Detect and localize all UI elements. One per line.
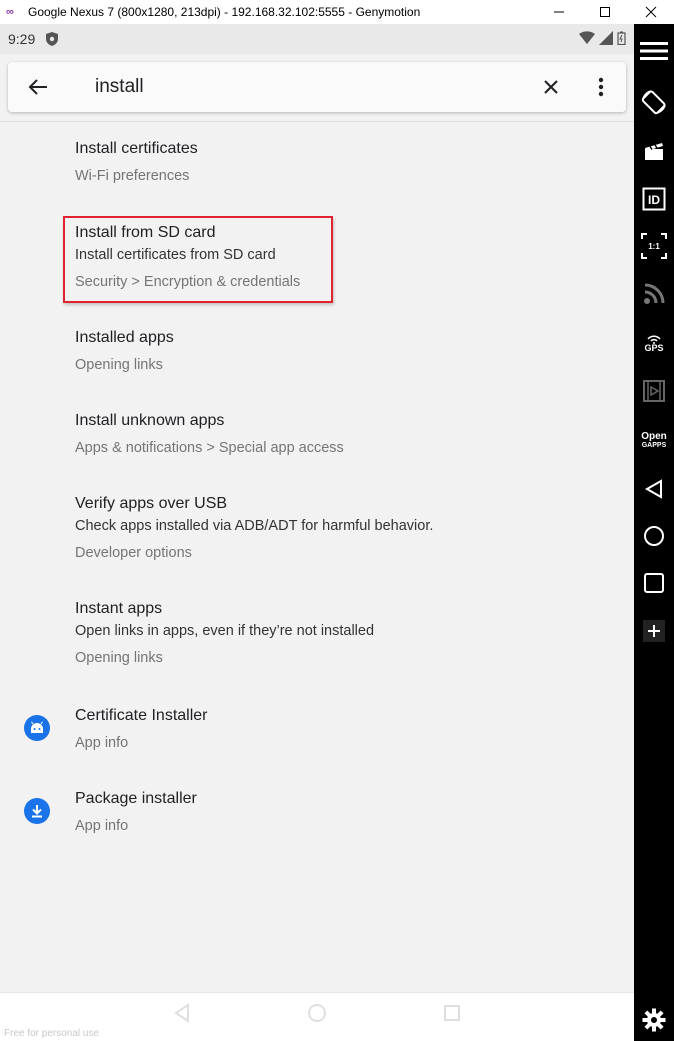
gps-icon: [647, 335, 661, 344]
result-title: Install unknown apps: [75, 412, 225, 429]
device-screen: 9:29 Install certificat: [0, 24, 634, 1041]
maximize-icon: [600, 7, 610, 17]
screencast-button[interactable]: [634, 136, 674, 166]
result-breadcrumb: App info: [75, 735, 129, 751]
arrow-back-icon: [28, 79, 47, 95]
shield-icon: [45, 31, 61, 47]
rotate-button[interactable]: [634, 87, 674, 117]
result-breadcrumb: Apps & notifications > Special app acces…: [75, 440, 344, 456]
recents-square-icon: [644, 573, 664, 593]
nav-home-icon[interactable]: [307, 1003, 327, 1023]
clapperboard-icon: [645, 143, 663, 160]
back-triangle-icon: [644, 479, 662, 499]
result-certificate-installer[interactable]: Certificate Installer App info: [0, 692, 634, 772]
search-bar: [8, 62, 626, 112]
window-title-bar: ∞ Google Nexus 7 (800x1280, 213dpi) - 19…: [0, 0, 674, 24]
signal-icon: [599, 30, 613, 48]
svg-text:ID: ID: [648, 193, 660, 207]
settings-button[interactable]: [634, 1005, 674, 1035]
result-title: Verify apps over USB: [75, 495, 228, 512]
nav-recents-icon[interactable]: [442, 1003, 462, 1023]
rss-button[interactable]: [634, 279, 674, 309]
result-breadcrumb: Developer options: [75, 545, 192, 561]
gps-label: GPS: [644, 342, 664, 353]
maximize-button[interactable]: [582, 0, 628, 24]
wifi-icon: [579, 30, 595, 48]
media-button[interactable]: [634, 376, 674, 406]
window-title: Google Nexus 7 (800x1280, 213dpi) - 192.…: [28, 5, 421, 19]
highlight-box: [63, 216, 333, 303]
result-package-installer[interactable]: Package installer App info: [0, 776, 634, 856]
result-breadcrumb: App info: [75, 818, 129, 834]
back-button[interactable]: [8, 62, 68, 112]
status-time: 9:29: [8, 31, 36, 47]
result-title: Install certificates: [75, 140, 198, 157]
id-icon: ID: [642, 187, 666, 211]
open-gapps-button[interactable]: Open GAPPS: [634, 426, 674, 456]
genymotion-sidebar: ID 1:1 GPS Open GAPPS: [634, 24, 674, 1041]
more-vert-icon: [598, 77, 604, 97]
status-bar: 9:29: [0, 24, 634, 54]
android-icon: [24, 715, 50, 741]
svg-text:1:1: 1:1: [648, 242, 660, 251]
result-install-unknown-apps[interactable]: Install unknown apps Apps & notification…: [0, 396, 634, 476]
menu-button[interactable]: [634, 36, 674, 66]
close-window-button[interactable]: [628, 0, 674, 24]
result-breadcrumb: Opening links: [75, 357, 163, 373]
pixel-perfect-button[interactable]: 1:1: [634, 231, 674, 261]
add-widget-button[interactable]: [634, 618, 674, 644]
result-breadcrumb: Wi-Fi preferences: [75, 168, 190, 184]
hamburger-icon: [640, 42, 668, 60]
device-recents-button[interactable]: [634, 568, 674, 598]
clear-search-button[interactable]: [526, 62, 576, 112]
result-instant-apps[interactable]: Instant apps Open links in apps, even if…: [0, 586, 634, 686]
result-verify-apps-over-usb[interactable]: Verify apps over USB Check apps installe…: [0, 480, 634, 580]
search-input[interactable]: [93, 66, 526, 108]
result-installed-apps[interactable]: Installed apps Opening links: [0, 312, 634, 392]
open-gapps-label: Open: [641, 431, 667, 442]
minimize-icon: [554, 11, 564, 13]
open-gapps-sublabel: GAPPS: [641, 442, 667, 449]
device-id-button[interactable]: ID: [634, 184, 674, 214]
rotate-icon: [641, 90, 666, 115]
film-icon: [643, 380, 665, 402]
minimize-button[interactable]: [536, 0, 582, 24]
watermark: Free for personal use: [4, 1028, 100, 1039]
plus-icon: [643, 620, 665, 642]
gps-button[interactable]: GPS: [634, 326, 674, 360]
device-home-button[interactable]: [634, 521, 674, 551]
pixel-perfect-icon: 1:1: [641, 233, 667, 259]
result-summary: Check apps installed via ADB/ADT for har…: [75, 518, 434, 534]
close-icon: [645, 6, 657, 18]
result-title: Installed apps: [75, 329, 174, 346]
result-title: Certificate Installer: [75, 707, 208, 724]
battery-icon: [617, 31, 626, 48]
close-icon: [544, 80, 558, 94]
rss-icon: [644, 283, 665, 304]
genymotion-logo-icon: ∞: [6, 6, 14, 18]
home-circle-icon: [644, 526, 664, 546]
nav-back-icon[interactable]: [172, 1003, 192, 1023]
download-icon: [24, 798, 50, 824]
result-title: Instant apps: [75, 600, 163, 617]
result-breadcrumb: Opening links: [75, 650, 163, 666]
result-title: Package installer: [75, 790, 197, 807]
gear-icon: [642, 1008, 666, 1032]
result-install-certificates[interactable]: Install certificates Wi-Fi preferences: [0, 122, 634, 202]
more-options-button[interactable]: [576, 62, 626, 112]
device-back-button[interactable]: [634, 474, 674, 504]
result-summary: Open links in apps, even if they’re not …: [75, 623, 375, 639]
